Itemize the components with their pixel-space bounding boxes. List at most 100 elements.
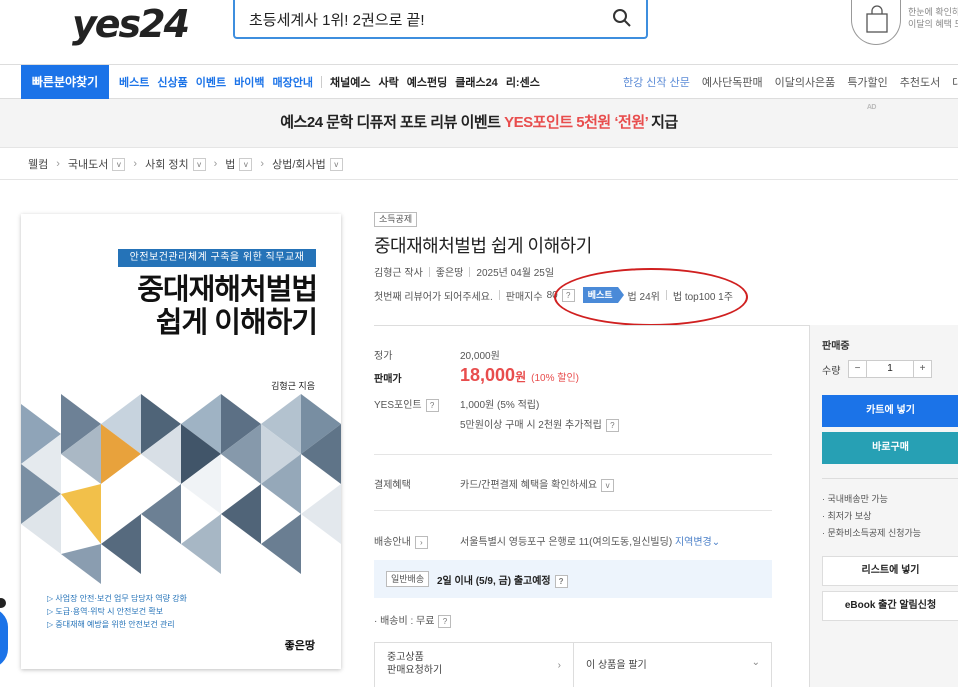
help-icon[interactable]: ? [425, 399, 439, 412]
quantity-stepper[interactable]: − 1 + [848, 360, 932, 378]
crumb-law[interactable]: 법 [225, 156, 235, 172]
sales-index-label: 판매지수 [505, 291, 543, 303]
divider [469, 266, 471, 277]
chevron-down-icon[interactable]: v [192, 157, 206, 171]
quantity-label: 수량 [822, 366, 841, 377]
nav-sarak[interactable]: 사락 [378, 74, 398, 90]
nav-event[interactable]: 이벤트 [196, 74, 226, 90]
add-to-cart-button[interactable]: 카트에 넣기 [822, 395, 958, 427]
purchase-panel: 판매중 수량 − 1 + 카트에 넣기 바로구매 · 국내배송만 가능 · 최저… [809, 325, 958, 687]
chevron-down-icon[interactable]: v [601, 478, 615, 492]
nav-license[interactable]: 리:센스 [506, 74, 540, 90]
help-icon[interactable]: ? [605, 419, 619, 432]
chevron-right-icon[interactable]: › [414, 535, 428, 549]
cover-author: 김형근 지음 [271, 381, 315, 391]
nav-han-kang[interactable]: 한강 신작 산문 [623, 74, 690, 90]
add-to-list-button[interactable]: 리스트에 넣기 [822, 556, 958, 586]
ebook-alert-button[interactable]: eBook 출간 알림신청 [822, 591, 958, 621]
buy-now-button[interactable]: 바로구매 [822, 432, 958, 464]
shipping-fee: · 배송비 : 무료? [374, 612, 452, 628]
crumb-society[interactable]: 사회 정치 [145, 156, 189, 172]
used-sell-request-button[interactable]: 중고상품 판매요청하기 › [375, 643, 574, 687]
shipping-address-text: 서울특별시 영등포구 은행로 11(여의도동,일신빌딩) [460, 537, 673, 548]
sale-price-label: 판매가 [374, 374, 402, 385]
nav-exclusive[interactable]: 예사단독판매 [702, 74, 763, 90]
cover-bullet: ▷ 중대재해 예방을 위한 안전보건 관리 [47, 620, 175, 629]
shopping-bag-icon[interactable] [851, 0, 901, 45]
product-title: 중대재해처벌법 쉽게 이해하기 [374, 236, 592, 256]
sell-this-button[interactable]: 이 상품을 팔기 ⌄ [574, 643, 772, 687]
benefit-line-2: 이달의 혜택 도 [908, 19, 958, 29]
nav-sale[interactable]: 특가할인 [847, 74, 887, 90]
nav-gift[interactable]: 이달의사은품 [775, 74, 836, 90]
nav-best[interactable]: 베스트 [119, 74, 149, 90]
used-line-2: 판매요청하기 [387, 665, 443, 676]
chevron-down-icon[interactable]: v [329, 157, 343, 171]
points-extra-text: 5만원이상 구매 시 2천원 추가적립 [460, 420, 602, 431]
points-value: 1,000원 (5% 적립) [460, 400, 540, 411]
close-icon[interactable] [0, 598, 6, 608]
publisher-link[interactable]: 좋은땅 [436, 264, 464, 279]
payment-label: 결제혜택 [374, 480, 411, 491]
sell-this-label: 이 상품을 팔기 [586, 660, 647, 671]
minus-icon[interactable]: − [849, 361, 867, 377]
note-item[interactable]: · 최저가 보상 [822, 508, 921, 525]
nav-more[interactable]: 대랑 [952, 74, 958, 90]
points-extra: 5만원이상 구매 시 2천원 추가적립? [460, 416, 619, 432]
nav-buyback[interactable]: 바이백 [234, 74, 264, 90]
delivery-estimate: 일반배송 2일 이내 (5/9, 금) 출고예정? [374, 560, 772, 598]
quick-category-button[interactable]: 빠른분야찾기 [21, 65, 109, 99]
benefit-text[interactable]: 한눈에 확인하 이달의 혜택 도 [908, 6, 958, 30]
crumb-home[interactable]: 웰컴 [28, 156, 48, 172]
chevron-down-icon[interactable]: v [112, 157, 126, 171]
nav-class24[interactable]: 클래스24 [455, 74, 498, 90]
author-link[interactable]: 김형근 작사 [374, 264, 423, 279]
delivery-eta-text: 2일 이내 (5/9, 금) 출고예정 [437, 576, 551, 587]
search-input[interactable] [249, 8, 609, 30]
standard-shipping-tag: 일반배송 [386, 571, 430, 587]
crumb-commercial-law[interactable]: 상법/회사법 [272, 156, 326, 172]
divider [822, 478, 958, 479]
search-bar[interactable] [233, 0, 648, 39]
cover-publisher: 좋은땅 [284, 640, 315, 652]
nav-yesfunding[interactable]: 예스펀딩 [407, 74, 447, 90]
nav-divider [320, 76, 322, 88]
help-icon[interactable]: ? [438, 615, 452, 628]
review-prompt[interactable]: 첫번째 리뷰어가 되어주세요. [374, 288, 493, 303]
sale-price: 18,000원 (10% 할인) [460, 365, 579, 386]
points-label-text: YES포인트 [374, 400, 422, 411]
divider [374, 454, 772, 455]
nav-recommend[interactable]: 추천도서 [900, 74, 940, 90]
divider [498, 290, 500, 300]
payment-benefit[interactable]: 카드/간편결제 혜택을 확인하세요 v [460, 476, 615, 492]
shipping-address: 서울특별시 영등포구 은행로 11(여의도동,일신빌딩) 지역변경⌄ [460, 533, 720, 548]
floating-widget[interactable] [0, 608, 8, 668]
used-goods-box: 중고상품 판매요청하기 › 이 상품을 팔기 ⌄ [374, 642, 772, 687]
chevron-right-icon: › [133, 158, 138, 170]
cover-bullet: ▷ 사업장 안전·보건 업무 담당자 역량 강화 [47, 594, 187, 603]
note-item: · 문화비소득공제 신청가능 [822, 528, 922, 538]
crumb-domestic[interactable]: 국내도서 [68, 156, 108, 172]
sale-price-value: 18,000 [460, 365, 516, 385]
yes24-logo[interactable]: yes24 [72, 2, 190, 46]
banner-highlight: YES포인트 5천원 ‘전원’ [504, 114, 648, 131]
region-change-link[interactable]: 지역변경 [675, 537, 712, 548]
plus-icon[interactable]: + [913, 361, 931, 377]
nav-store[interactable]: 매장안내 [273, 74, 313, 90]
search-icon[interactable] [612, 8, 632, 28]
chevron-down-icon[interactable]: ⌄ [712, 537, 720, 548]
breadcrumb: 웰컴 › 국내도서 v › 사회 정치 v › 법v › 상법/회사법 v [28, 154, 343, 174]
chevron-right-icon: › [260, 158, 265, 170]
book-cover[interactable]: 안전보건관리체계 구축을 위한 직무교재 중대재해처벌법 쉽게 이해하기 김형근… [21, 214, 341, 669]
publish-date: 2025년 04월 25일 [476, 268, 555, 279]
chevron-down-icon[interactable]: v [239, 157, 253, 171]
event-banner[interactable]: 예스24 문학 디퓨저 포토 리뷰 이벤트 YES포인트 5천원 ‘전원’ 지급… [0, 99, 958, 148]
divider [0, 179, 958, 180]
nav-channel-yes[interactable]: 채널예스 [330, 74, 370, 90]
nav-new[interactable]: 신상품 [157, 74, 187, 90]
quantity-value[interactable]: 1 [867, 361, 913, 377]
banner-text-end: 지급 [647, 114, 678, 131]
help-icon[interactable]: ? [554, 575, 568, 588]
points-label: YES포인트? [374, 396, 439, 412]
shipping-label: 배송안내 › [374, 533, 428, 549]
